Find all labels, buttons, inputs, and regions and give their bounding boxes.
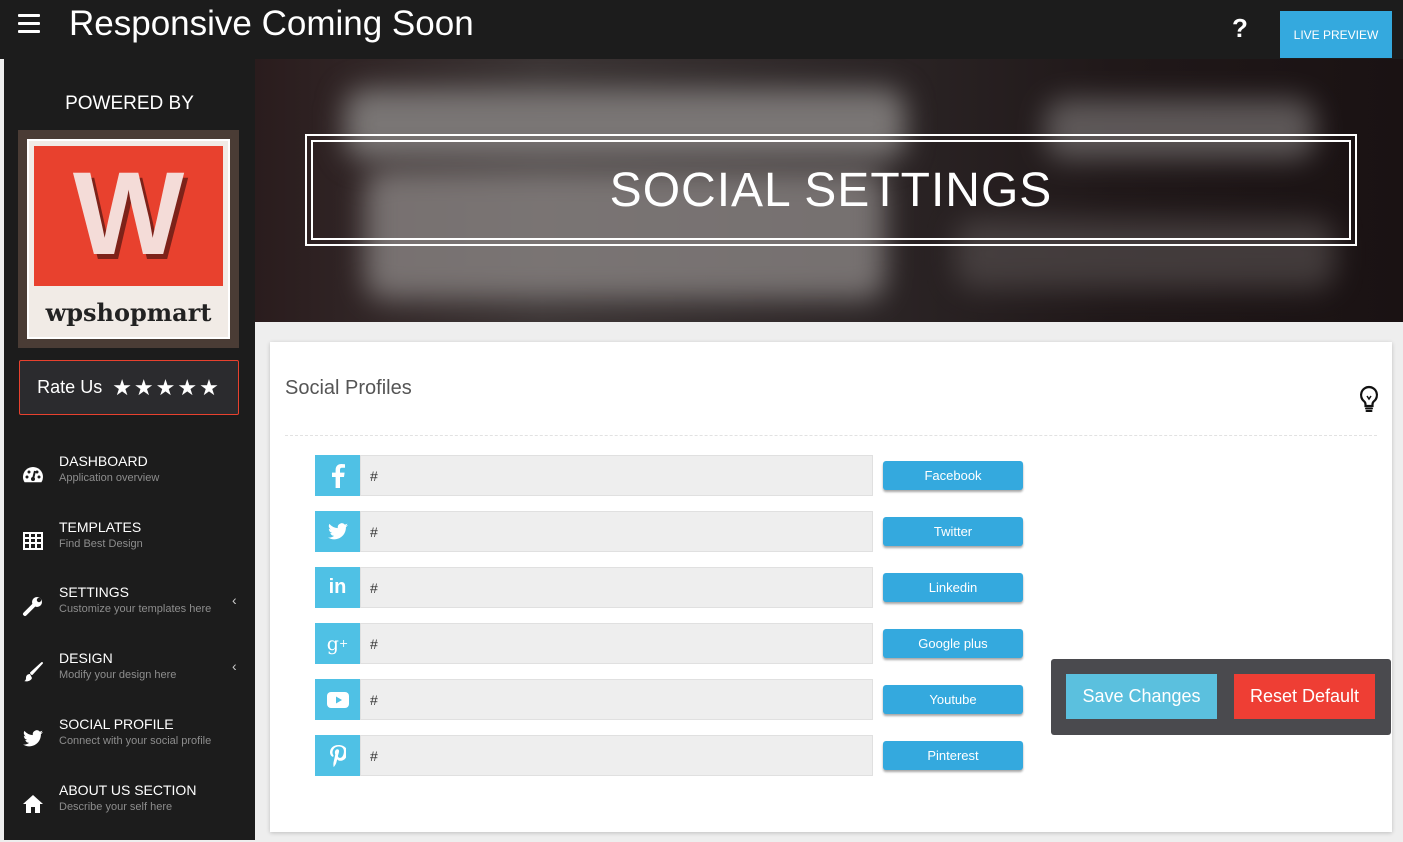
top-bar: Responsive Coming Soon ? LIVE PREVIEW xyxy=(0,0,1403,59)
facebook-url-input[interactable] xyxy=(360,455,873,496)
social-row-pinterest: Pinterest xyxy=(315,735,1025,776)
social-row-facebook: Facebook xyxy=(315,455,1025,496)
sidebar-item-title: SETTINGS xyxy=(59,584,130,600)
dashboard-icon xyxy=(21,463,45,487)
twitter-icon xyxy=(21,726,45,750)
hero-banner: SOCIAL SETTINGS xyxy=(255,59,1403,322)
sidebar-item-title: ABOUT US SECTION xyxy=(59,782,197,798)
rating-stars-icon: ★★★★★ xyxy=(112,374,221,400)
twitter-button[interactable]: Twitter xyxy=(883,517,1023,546)
social-row-linkedin: in Linkedin xyxy=(315,567,1025,608)
live-preview-button[interactable]: LIVE PREVIEW xyxy=(1280,11,1392,58)
sidebar-item-about-us[interactable]: ABOUT US SECTION Describe your self here xyxy=(4,780,255,842)
sidebar-item-social-profile[interactable]: SOCIAL PROFILE Connect with your social … xyxy=(4,714,255,776)
social-row-youtube: Youtube xyxy=(315,679,1025,720)
youtube-button[interactable]: Youtube xyxy=(883,685,1023,714)
linkedin-button[interactable]: Linkedin xyxy=(883,573,1023,602)
google-plus-button[interactable]: Google plus xyxy=(883,629,1023,658)
youtube-icon xyxy=(315,679,360,720)
chevron-left-icon[interactable]: ‹ xyxy=(232,592,237,608)
panel-title: Social Profiles xyxy=(285,377,412,399)
pinterest-url-input[interactable] xyxy=(360,735,873,776)
lightbulb-icon[interactable] xyxy=(1358,385,1380,418)
app-title: Responsive Coming Soon xyxy=(69,4,474,43)
social-row-google-plus: g+ Google plus xyxy=(315,623,1025,664)
templates-icon xyxy=(21,529,45,553)
home-icon xyxy=(21,792,45,816)
sidebar-item-subtitle: Connect with your social profile xyxy=(59,735,212,747)
social-profiles-panel: Social Profiles Facebook Twitter in Link… xyxy=(270,342,1392,832)
social-row-twitter: Twitter xyxy=(315,511,1025,552)
sidebar-item-subtitle: Customize your templates here xyxy=(59,603,212,615)
page-title: SOCIAL SETTINGS xyxy=(609,163,1053,217)
rate-us-label: Rate Us xyxy=(37,377,103,397)
sidebar-item-title: DASHBOARD xyxy=(59,453,148,469)
sidebar-item-title: SOCIAL PROFILE xyxy=(59,716,174,732)
sidebar-item-design[interactable]: DESIGN Modify your design here ‹ xyxy=(4,648,255,710)
sidebar-item-subtitle: Modify your design here xyxy=(59,669,177,681)
linkedin-icon: in xyxy=(315,567,360,608)
powered-by-label: POWERED BY xyxy=(65,93,194,114)
linkedin-url-input[interactable] xyxy=(360,567,873,608)
google-plus-url-input[interactable] xyxy=(360,623,873,664)
action-box: Save Changes Reset Default xyxy=(1051,659,1391,735)
pinterest-button[interactable]: Pinterest xyxy=(883,741,1023,770)
panel-divider xyxy=(285,435,1377,436)
sidebar-item-subtitle: Find Best Design xyxy=(59,538,143,550)
sidebar: POWERED BY W wpshopmart Rate Us ★★★★★ DA… xyxy=(4,59,255,840)
hamburger-menu-icon[interactable] xyxy=(18,14,40,34)
twitter-url-input[interactable] xyxy=(360,511,873,552)
twitter-icon xyxy=(315,511,360,552)
sidebar-item-dashboard[interactable]: DASHBOARD Application overview xyxy=(4,451,255,513)
google-plus-icon: g + xyxy=(315,623,360,664)
sidebar-item-title: TEMPLATES xyxy=(59,519,142,535)
sidebar-item-templates[interactable]: TEMPLATES Find Best Design xyxy=(4,517,255,579)
rate-us-button[interactable]: Rate Us ★★★★★ xyxy=(19,360,239,415)
help-icon[interactable]: ? xyxy=(1232,12,1248,44)
hero-title-frame: SOCIAL SETTINGS xyxy=(305,134,1357,246)
sidebar-item-subtitle: Describe your self here xyxy=(59,801,173,813)
wrench-icon xyxy=(21,594,45,618)
facebook-button[interactable]: Facebook xyxy=(883,461,1023,490)
logo-text: wpshopmart xyxy=(45,298,212,327)
logo-letter: W xyxy=(72,148,185,280)
sidebar-item-title: DESIGN xyxy=(59,650,113,666)
wpshopmart-logo[interactable]: W wpshopmart xyxy=(18,130,239,348)
sidebar-item-settings[interactable]: SETTINGS Customize your templates here ‹ xyxy=(4,582,255,644)
facebook-icon xyxy=(315,455,360,496)
save-changes-button[interactable]: Save Changes xyxy=(1066,674,1217,719)
reset-default-button[interactable]: Reset Default xyxy=(1234,674,1375,719)
brush-icon xyxy=(21,660,45,684)
youtube-url-input[interactable] xyxy=(360,679,873,720)
pinterest-icon xyxy=(315,735,360,776)
chevron-left-icon[interactable]: ‹ xyxy=(232,658,237,674)
sidebar-item-subtitle: Application overview xyxy=(59,472,160,484)
